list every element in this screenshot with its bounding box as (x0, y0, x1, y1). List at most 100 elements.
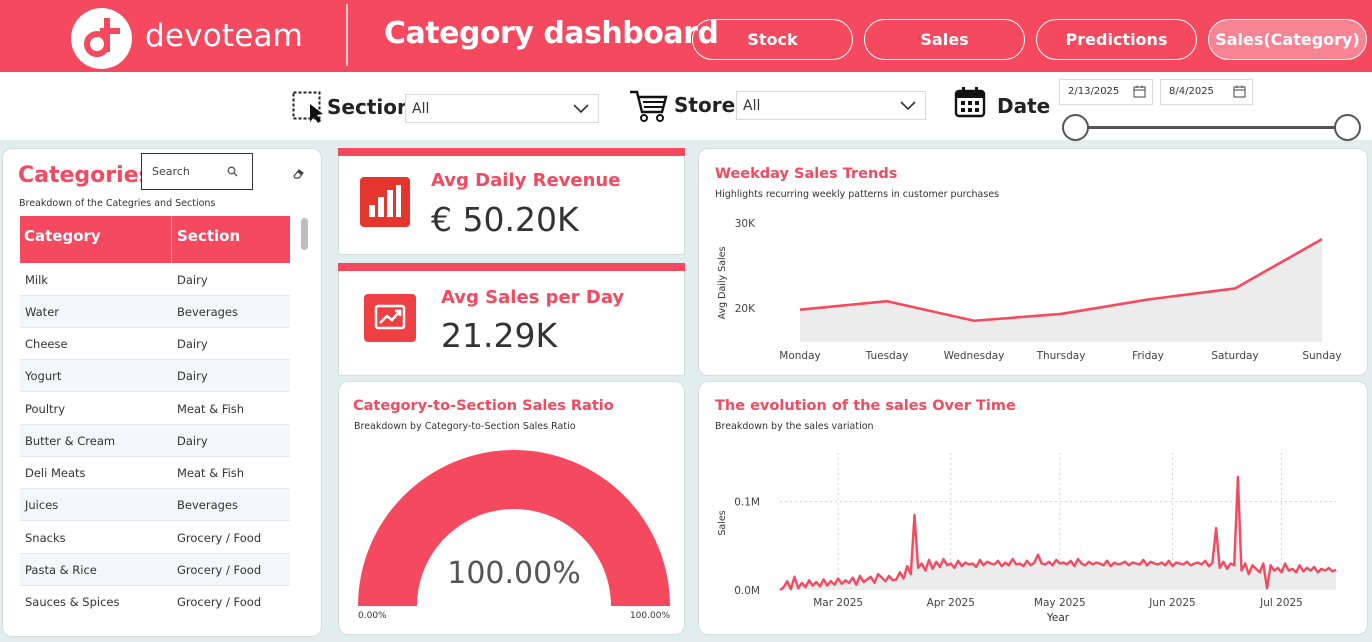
store-dropdown[interactable]: All (736, 91, 926, 120)
weekday-area-fill (800, 239, 1322, 342)
date-start-input[interactable]: 2/13/2025 (1059, 79, 1153, 105)
table-row[interactable]: Sauces & Spices Grocery / Food (20, 586, 290, 618)
kpi-accent-bar (338, 263, 685, 271)
column-header-category[interactable]: Category (24, 227, 101, 245)
cell-category: Snacks (25, 531, 66, 545)
date-start-value: 2/13/2025 (1068, 86, 1120, 97)
section-filter-label: Section (327, 95, 412, 119)
cell-section: Dairy (177, 273, 208, 287)
table-row[interactable]: Deli Meats Meat & Fish (20, 457, 290, 489)
date-range-slider-start-handle[interactable] (1062, 114, 1089, 141)
weekday-sales-chart: 20K 30K Monday Tuesday Wednesday Thursday Frid… (717, 218, 1342, 362)
header-bar: devoteam Category dashboard Stock Sales … (0, 0, 1372, 72)
gauge-value-label: 100.00% (447, 556, 580, 591)
cell-category: Butter & Cream (25, 434, 116, 448)
table-row[interactable]: Juices Beverages (20, 489, 290, 521)
nav-button-sales-category[interactable]: Sales(Category) (1208, 19, 1367, 60)
nav-button-predictions[interactable]: Predictions (1036, 19, 1197, 60)
trend-chart-icon (364, 294, 416, 342)
cell-section: Dairy (177, 369, 208, 383)
cell-section: Grocery / Food (177, 595, 262, 609)
sales-evolution-chart: 0.0M 0.1M Mar 2025 Apr 2025 May 2025 Jun 2025… (717, 453, 1337, 624)
table-row[interactable]: Poultry Meat & Fish (20, 393, 290, 425)
header-divider (346, 4, 348, 66)
date-end-input[interactable]: 8/4/2025 (1160, 79, 1253, 105)
gauge-min-label: 0.00% (358, 611, 387, 621)
x-tick-label: Monday (779, 350, 820, 362)
cell-category: Yogurt (25, 369, 62, 383)
eraser-icon[interactable] (292, 164, 305, 183)
x-axis-label: Year (1046, 612, 1070, 624)
cell-section: Grocery / Food (177, 563, 262, 577)
x-tick-label: May 2025 (1034, 597, 1086, 609)
kpi-sales-value: 21.29K (441, 316, 558, 355)
category-search-input[interactable]: Search (141, 153, 253, 190)
x-tick-label: Tuesday (865, 350, 909, 362)
cell-section: Beverages (177, 305, 238, 319)
section-dropdown-value: All (412, 101, 430, 117)
calendar-small-icon[interactable] (1233, 85, 1246, 98)
column-header-section[interactable]: Section (177, 227, 240, 245)
evolution-area-fill (780, 476, 1336, 590)
x-tick-label: Mar 2025 (813, 597, 863, 609)
categories-table-header: Category Section (20, 216, 290, 263)
cell-category: Milk (25, 273, 48, 287)
cell-section: Meat & Fish (177, 466, 245, 480)
calendar-small-icon[interactable] (1133, 85, 1146, 98)
table-row[interactable]: Snacks Grocery / Food (20, 522, 290, 554)
date-filter-label: Date (997, 94, 1051, 118)
cell-category: Cheese (25, 337, 68, 351)
cell-category: Juices (25, 498, 59, 512)
x-tick-label: Jul 2025 (1259, 597, 1303, 609)
cell-section: Dairy (177, 337, 208, 351)
chevron-down-icon (900, 101, 916, 111)
table-scrollbar[interactable] (301, 218, 308, 250)
categories-subtitle: Breakdown of the Categries and Sections (19, 198, 216, 209)
shopping-cart-icon (629, 88, 669, 128)
cell-section: Grocery / Food (177, 531, 262, 545)
cell-category: Deli Meats (25, 466, 86, 480)
calendar-icon (954, 86, 986, 122)
kpi-sales-title: Avg Sales per Day (441, 287, 625, 308)
search-icon[interactable] (227, 166, 238, 177)
date-end-value: 8/4/2025 (1169, 86, 1214, 97)
cell-category: Poultry (25, 402, 66, 416)
date-range-slider-end-handle[interactable] (1334, 114, 1361, 141)
search-placeholder: Search (152, 165, 190, 178)
cell-section: Dairy (177, 434, 208, 448)
table-row[interactable]: Water Beverages (20, 296, 290, 328)
cell-category: Pasta & Rice (25, 563, 97, 577)
table-row[interactable]: Cheese Dairy (20, 328, 290, 360)
nav-button-sales[interactable]: Sales (864, 19, 1025, 60)
nav-button-stock[interactable]: Stock (692, 19, 853, 60)
store-dropdown-value: All (743, 98, 761, 114)
devoteam-logo (71, 8, 132, 69)
cell-section: Meat & Fish (177, 402, 245, 416)
table-row[interactable]: Yogurt Dairy (20, 360, 290, 392)
page-title: Category dashboard (384, 16, 719, 51)
x-tick-label: Thursday (1036, 350, 1086, 362)
table-row[interactable]: Milk Dairy (20, 264, 290, 296)
bar-chart-icon (360, 177, 410, 227)
cell-category: Sauces & Spices (25, 595, 120, 609)
date-range-slider-track[interactable] (1076, 126, 1348, 129)
x-tick-label: Sunday (1302, 350, 1341, 362)
chevron-down-icon (573, 104, 589, 114)
header-edge (288, 216, 290, 263)
y-tick-label: 0.0M (734, 585, 760, 597)
section-dropdown[interactable]: All (405, 94, 599, 123)
y-tick-label: 0.1M (734, 497, 760, 509)
table-row[interactable]: Pasta & Rice Grocery / Food (20, 554, 290, 586)
x-tick-label: Saturday (1211, 350, 1258, 362)
x-tick-label: Apr 2025 (927, 597, 975, 609)
brand-name: devoteam (145, 18, 304, 54)
x-tick-label: Jun 2025 (1148, 597, 1195, 609)
x-tick-label: Wednesday (944, 350, 1005, 362)
y-tick-label: 20K (735, 303, 756, 315)
kpi-revenue-value: € 50.20K (431, 200, 579, 239)
y-axis-label: Sales (717, 510, 728, 535)
column-divider (171, 216, 172, 263)
table-row[interactable]: Butter & Cream Dairy (20, 425, 290, 457)
y-tick-label: 30K (735, 218, 756, 230)
gauge-max-label: 100.00% (630, 611, 670, 621)
